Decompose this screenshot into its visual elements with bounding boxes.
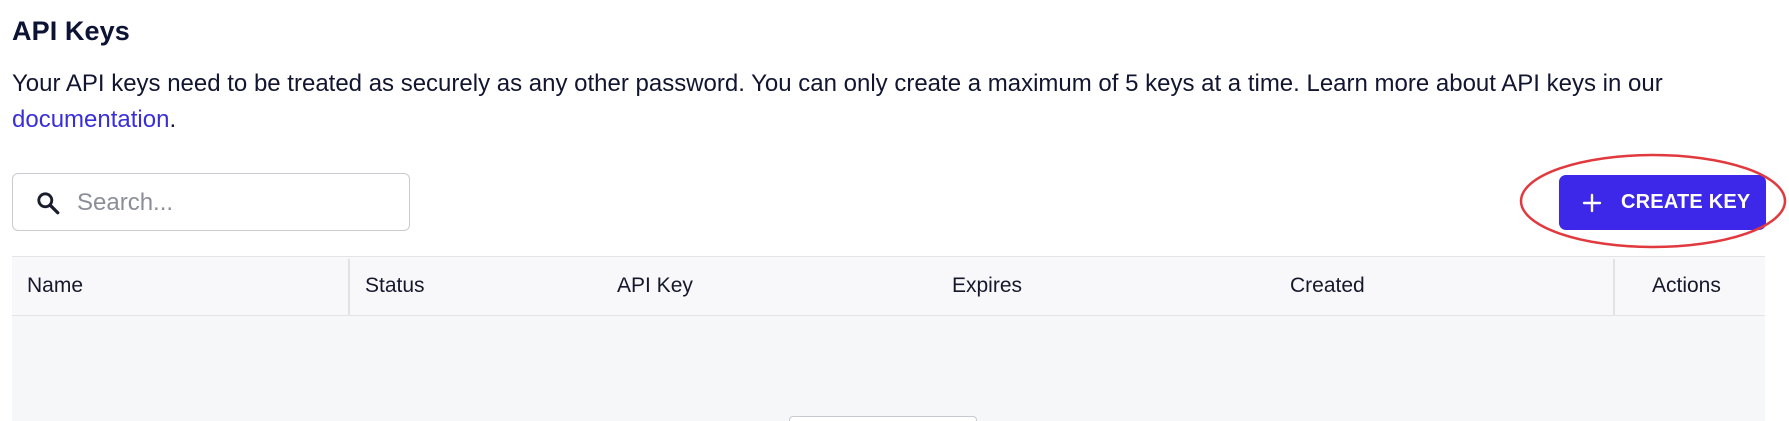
column-header-created[interactable]: Created <box>1290 257 1365 315</box>
search-input[interactable] <box>75 182 399 224</box>
column-resize-handle[interactable] <box>348 259 350 315</box>
table-body <box>12 316 1765 421</box>
table-header: Name Status API Key Expires Created Acti… <box>12 256 1765 316</box>
empty-state-card <box>789 416 977 421</box>
column-header-status[interactable]: Status <box>365 257 425 315</box>
create-key-button[interactable]: CREATE KEY <box>1559 175 1766 230</box>
page-description: Your API keys need to be treated as secu… <box>12 66 1782 138</box>
api-keys-page: API Keys Your API keys need to be treate… <box>0 0 1789 421</box>
api-keys-table: Name Status API Key Expires Created Acti… <box>12 256 1765 421</box>
column-header-name[interactable]: Name <box>27 257 83 315</box>
column-header-api-key[interactable]: API Key <box>617 257 693 315</box>
description-suffix: . <box>169 106 177 133</box>
description-text: Your API keys need to be treated as secu… <box>12 70 1663 97</box>
column-header-actions: Actions <box>1652 274 1721 297</box>
search-icon <box>37 192 60 215</box>
search-box[interactable] <box>12 173 410 231</box>
column-header-expires[interactable]: Expires <box>952 257 1022 315</box>
page-title: API Keys <box>12 16 130 46</box>
plus-icon <box>1582 193 1602 212</box>
column-resize-handle[interactable] <box>1613 259 1615 315</box>
documentation-link[interactable]: documentation <box>12 106 169 133</box>
create-key-label: CREATE KEY <box>1621 191 1751 213</box>
